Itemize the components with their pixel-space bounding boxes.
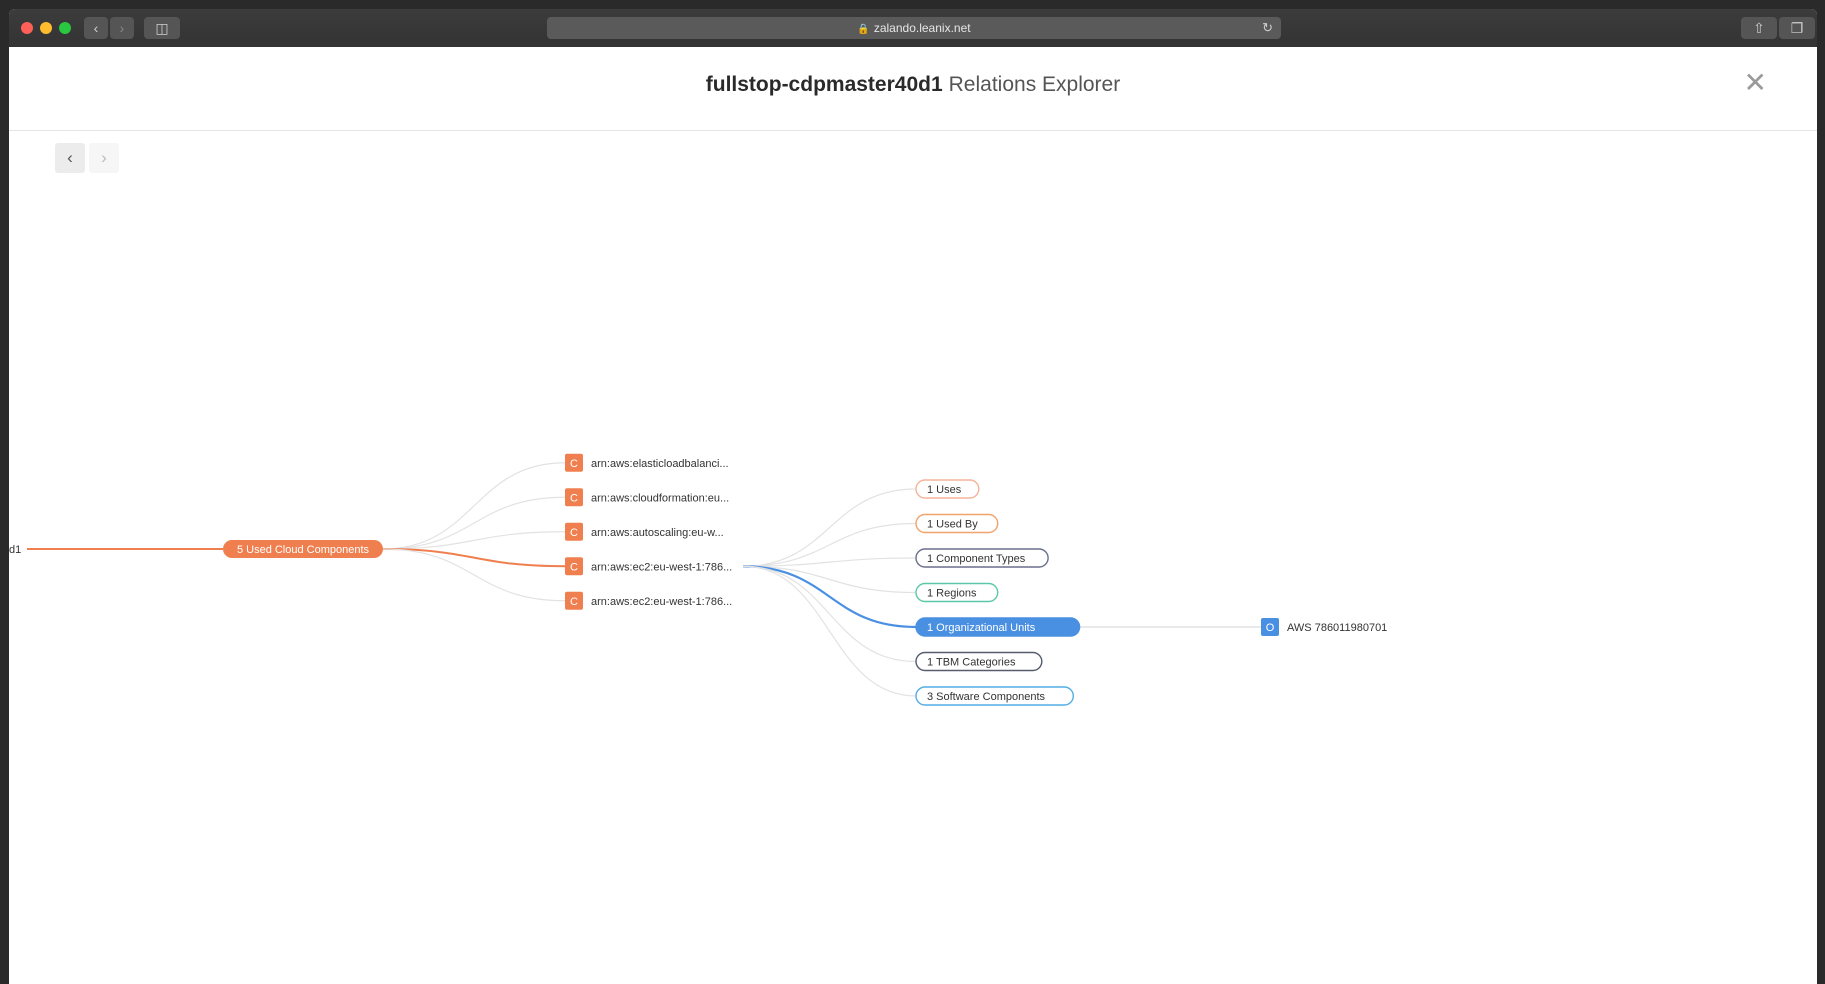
- relation-pill[interactable]: 3 Software Components: [915, 686, 1075, 706]
- component-badge-letter: C: [570, 596, 578, 608]
- component-label: arn:aws:elasticloadbalanci...: [591, 458, 729, 470]
- relation-link: [742, 565, 917, 629]
- relation-link: [742, 565, 917, 697]
- component-label: arn:aws:ec2:eu-west-1:786...: [591, 561, 732, 573]
- component-node[interactable]: Carn:aws:ec2:eu-west-1:786...: [565, 591, 732, 610]
- used-cloud-components-group[interactable]: 5 Used Cloud Components: [223, 540, 383, 558]
- relation-pill-label: 1 Organizational Units: [927, 622, 1036, 634]
- component-badge-letter: C: [570, 527, 578, 539]
- component-link: [382, 548, 566, 568]
- relation-link: [742, 565, 917, 663]
- component-label: arn:aws:autoscaling:eu-w...: [591, 527, 724, 539]
- component-badge-letter: C: [570, 561, 578, 573]
- relation-link: [742, 488, 917, 567]
- relation-pill-label: 1 Component Types: [927, 553, 1026, 565]
- relation-pill-label: 1 Regions: [927, 588, 977, 600]
- relation-pill[interactable]: 1 Used By: [915, 513, 999, 534]
- component-node[interactable]: Carn:aws:cloudformation:eu...: [565, 488, 729, 507]
- component-label: arn:aws:cloudformation:eu...: [591, 492, 729, 504]
- component-node[interactable]: Carn:aws:autoscaling:eu-w...: [565, 522, 724, 541]
- relation-pill-label: 1 Uses: [927, 484, 962, 496]
- relation-pill[interactable]: 1 Component Types: [915, 548, 1049, 568]
- relation-pill-label: 3 Software Components: [927, 691, 1046, 703]
- relation-pill[interactable]: 1 TBM Categories: [915, 651, 1043, 672]
- org-unit-label: AWS 786011980701: [1287, 622, 1387, 634]
- relation-pill-label: 1 Used By: [927, 519, 978, 531]
- component-link: [382, 462, 566, 550]
- org-unit-badge-letter: O: [1266, 622, 1275, 634]
- organizational-unit-node[interactable]: O AWS 786011980701: [1261, 618, 1387, 636]
- relation-pill[interactable]: 1 Organizational Units: [915, 617, 1081, 637]
- component-label: arn:aws:ec2:eu-west-1:786...: [591, 596, 732, 608]
- relation-pill[interactable]: 1 Regions: [915, 582, 999, 603]
- root-node-label: d1: [9, 544, 21, 556]
- component-badge-letter: C: [570, 492, 578, 504]
- nodes-layer: d1 5 Used Cloud Components C arn:aws:elasti…: [9, 453, 1387, 706]
- component-link: [382, 496, 566, 550]
- relation-pill-label: 1 TBM Categories: [927, 657, 1016, 669]
- group-pill-label: 5 Used Cloud Components: [237, 544, 370, 556]
- relations-graph: d1 5 Used Cloud Components C arn:aws:elasti…: [9, 453, 1387, 706]
- component-node[interactable]: Carn:aws:ec2:eu-west-1:786...: [565, 557, 732, 576]
- relation-link: [742, 522, 917, 567]
- component-node[interactable]: Carn:aws:elasticloadbalanci...: [565, 453, 729, 472]
- relation-pill[interactable]: 1 Uses: [915, 479, 980, 499]
- component-badge-letter: C: [570, 458, 578, 470]
- browser-window: ‹ › ◫ 🔒 zalando.leanix.net ↻ ⇧ ❐ fullstop…: [9, 9, 1817, 984]
